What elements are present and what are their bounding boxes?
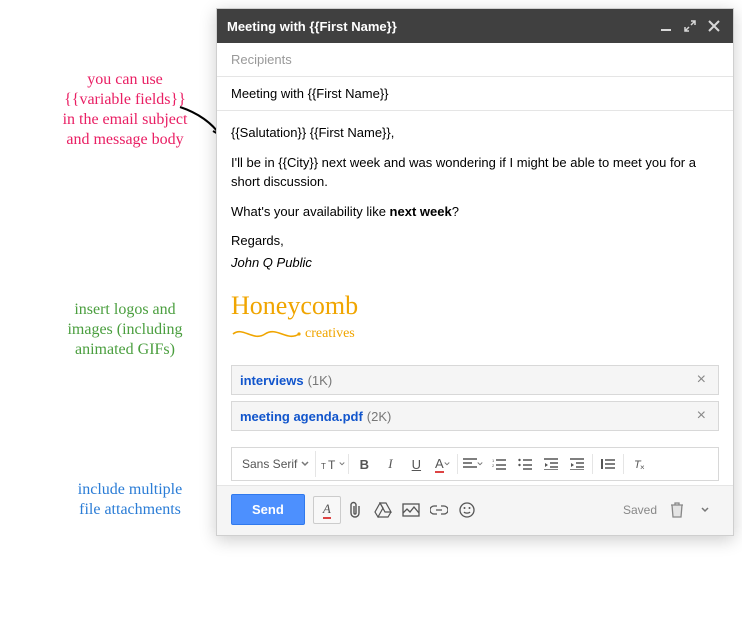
logo-subtitle: creatives <box>231 323 719 344</box>
attachment-name[interactable]: interviews <box>240 373 304 388</box>
svg-text:T: T <box>328 458 336 471</box>
minimize-button[interactable] <box>657 17 675 35</box>
indent-less-button[interactable] <box>538 451 564 477</box>
send-button[interactable]: Send <box>231 494 305 525</box>
numbered-list-button[interactable]: 12 <box>486 451 512 477</box>
chevron-down-icon <box>339 461 345 467</box>
photo-icon <box>402 503 420 517</box>
svg-text:T: T <box>321 462 326 471</box>
bottom-toolbar: Send A Saved <box>217 485 733 535</box>
emoji-icon <box>459 502 475 518</box>
font-family-select[interactable]: Sans Serif <box>236 451 316 477</box>
quote-button[interactable] <box>595 451 621 477</box>
titlebar: Meeting with {{First Name}} <box>217 9 733 43</box>
close-icon <box>708 20 720 32</box>
minimize-icon <box>660 20 672 32</box>
font-size-button[interactable]: TT <box>320 451 346 477</box>
body-paragraph: I'll be in {{City}} next week and was wo… <box>231 153 719 192</box>
attach-file-button[interactable] <box>341 496 369 524</box>
more-options-button[interactable] <box>691 496 719 524</box>
message-body[interactable]: {{Salutation}} {{First Name}}, I'll be i… <box>217 111 733 361</box>
subject-field[interactable]: Meeting with {{First Name}} <box>217 77 733 111</box>
remove-format-button[interactable]: T× <box>626 451 652 477</box>
attachment-remove-button[interactable]: × <box>693 408 710 424</box>
discard-button[interactable] <box>663 496 691 524</box>
annotation-insert-images: insert logos and images (including anima… <box>40 300 210 360</box>
logo-image: Honeycomb creatives <box>231 282 719 348</box>
attachment-item: interviews (1K) × <box>231 365 719 395</box>
align-button[interactable] <box>460 451 486 477</box>
chevron-down-icon <box>701 506 709 514</box>
expand-icon <box>684 20 696 32</box>
chevron-down-icon <box>444 461 450 467</box>
chevron-down-icon <box>477 461 483 467</box>
svg-text:×: × <box>640 463 645 471</box>
attachment-name[interactable]: meeting agenda.pdf <box>240 409 363 424</box>
formatting-toggle-button[interactable]: A <box>313 496 341 524</box>
body-greeting: {{Salutation}} {{First Name}}, <box>231 123 719 143</box>
attachments-list: interviews (1K) × meeting agenda.pdf (2K… <box>217 361 733 443</box>
underline-button[interactable]: U <box>403 451 429 477</box>
svg-text:2: 2 <box>492 463 495 468</box>
body-regards: Regards, <box>231 231 719 251</box>
text-color-button[interactable]: A <box>429 451 455 477</box>
insert-drive-button[interactable] <box>369 496 397 524</box>
swirl-icon <box>231 326 301 342</box>
body-question: What's your availability like next week? <box>231 202 719 222</box>
logo-name: Honeycomb <box>231 286 719 325</box>
body-signature: John Q Public <box>231 253 719 273</box>
paperclip-icon <box>347 501 363 519</box>
bold-button[interactable]: B <box>351 451 377 477</box>
format-toolbar: Sans Serif TT B I U A 12 T× <box>231 447 719 481</box>
annotation-attachments: include multiple file attachments <box>50 480 210 520</box>
attachment-size: (2K) <box>367 409 392 424</box>
insert-emoji-button[interactable] <box>453 496 481 524</box>
chevron-down-icon <box>301 460 309 468</box>
bullet-list-button[interactable] <box>512 451 538 477</box>
drive-icon <box>374 502 392 518</box>
indent-more-button[interactable] <box>564 451 590 477</box>
attachment-item: meeting agenda.pdf (2K) × <box>231 401 719 431</box>
insert-link-button[interactable] <box>425 496 453 524</box>
close-button[interactable] <box>705 17 723 35</box>
insert-photo-button[interactable] <box>397 496 425 524</box>
italic-button[interactable]: I <box>377 451 403 477</box>
trash-icon <box>670 502 684 518</box>
attachment-remove-button[interactable]: × <box>693 372 710 388</box>
attachment-size: (1K) <box>308 373 333 388</box>
recipients-field[interactable]: Recipients <box>217 43 733 77</box>
compose-window: Meeting with {{First Name}} Recipients M… <box>216 8 734 536</box>
link-icon <box>430 505 448 515</box>
expand-button[interactable] <box>681 17 699 35</box>
save-status: Saved <box>623 503 657 517</box>
window-title: Meeting with {{First Name}} <box>227 19 651 34</box>
